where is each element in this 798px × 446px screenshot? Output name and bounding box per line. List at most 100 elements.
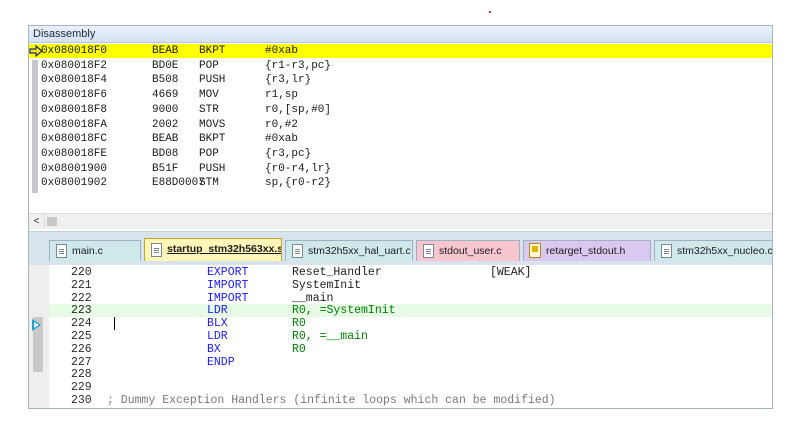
source-line[interactable]: 229 <box>49 381 772 394</box>
disassembly-address: 0x080018F6 <box>41 89 108 102</box>
line-number: 228 <box>71 368 92 382</box>
source-line[interactable]: 230 ; Dummy Exception Handlers (infinite … <box>49 394 772 407</box>
source-directive: LDR <box>207 330 228 343</box>
tab-stm32h5xx-hal-uart-c[interactable]: stm32h5xx_hal_uart.c <box>285 240 413 261</box>
disassembly-opcode: 9000 <box>152 103 179 116</box>
disassembly-mnemonic: POP <box>199 59 219 72</box>
h-file-icon <box>529 243 541 258</box>
disassembly-opcode: B51F <box>152 162 179 175</box>
disassembly-row[interactable]: 0x080018F8 9000 STR r0,[sp,#0] <box>29 103 772 117</box>
line-number: 220 <box>71 266 92 279</box>
disassembly-operands: #0xab <box>265 45 299 57</box>
source-operand: R0, =__main <box>292 330 368 343</box>
source-line[interactable]: 224 BLX R0 <box>49 317 772 330</box>
source-line[interactable]: 225 LDR R0, =__main <box>49 330 772 343</box>
source-operand: R0, =SystemInit <box>292 304 396 318</box>
source-operand: __main <box>292 291 334 305</box>
c-file-icon <box>56 244 67 258</box>
disassembly-opcode: B508 <box>152 74 179 87</box>
disassembly-title: Disassembly <box>29 26 772 43</box>
source-operand: R0 <box>292 317 306 331</box>
disassembly-address: 0x08001900 <box>41 162 108 175</box>
disassembly-mnemonic: PUSH <box>199 162 226 175</box>
source-directive: IMPORT <box>207 291 249 305</box>
c-file-icon <box>292 244 303 258</box>
asm-file-icon <box>151 243 162 257</box>
disassembly-address: 0x08001902 <box>41 177 108 190</box>
disassembly-row[interactable]: 0x08001900 B51F PUSH {r0-r4,lr} <box>29 162 772 176</box>
scroll-thumb[interactable] <box>47 217 57 226</box>
line-number: 227 <box>71 355 92 369</box>
line-number: 224 <box>71 317 92 331</box>
disassembly-opcode: E88D0007 <box>152 177 205 190</box>
disassembly-operands: {r0-r4,lr} <box>265 162 332 175</box>
source-directive: BLX <box>207 317 228 331</box>
tab-label: startup_stm32h563xx.s <box>167 243 282 255</box>
tab-stm32h5xx-nucleo-c[interactable]: stm32h5xx_nucleo.c <box>654 240 773 261</box>
disassembly-operands: r0,#2 <box>265 118 299 131</box>
disassembly-mnemonic: BKPT <box>199 133 226 146</box>
disassembly-operands: {r3,pc} <box>265 147 312 160</box>
disassembly-opcode: BD08 <box>152 147 179 160</box>
tab-startup-stm32h563xx-s[interactable]: startup_stm32h563xx.s <box>144 238 282 261</box>
disassembly-operands: {r1-r3,pc} <box>265 59 332 72</box>
tab-retarget-stdout-h[interactable]: retarget_stdout.h <box>523 240 651 261</box>
tab-label: stm32h5xx_hal_uart.c <box>308 245 411 257</box>
disassembly-row[interactable]: 0x080018F2 BD0E POP {r1-r3,pc} <box>29 59 772 73</box>
disassembly-address: 0x080018F0 <box>41 45 108 57</box>
line-number: 221 <box>71 278 92 292</box>
disassembly-mnemonic: MOVS <box>199 118 226 131</box>
disassembly-address: 0x080018FC <box>41 133 108 146</box>
editor-tabs: main.c startup_stm32h563xx.s stm32h5xx_hal… <box>29 231 772 265</box>
disassembly-opcode: BD0E <box>152 59 179 72</box>
disassembly-body[interactable]: 0x080018F0 BEAB BKPT #0xab 0x080018F2 BD0E POP… <box>29 43 772 193</box>
c-file-icon <box>661 244 672 258</box>
disassembly-row[interactable]: 0x080018FA 2002 MOVS r0,#2 <box>29 118 772 132</box>
text-caret <box>114 317 115 330</box>
tab-label: stdout_user.c <box>439 245 502 257</box>
tab-label: stm32h5xx_nucleo.c <box>677 245 773 257</box>
source-directive: EXPORT <box>207 266 249 279</box>
tab-label: retarget_stdout.h <box>546 245 626 257</box>
current-instruction-arrow-icon <box>32 319 41 331</box>
disassembly-row[interactable]: 0x080018FE BD08 POP {r3,pc} <box>29 147 772 161</box>
disassembly-operands: r0,[sp,#0] <box>265 103 332 116</box>
scroll-left-button[interactable]: < <box>29 214 45 229</box>
disassembly-mnemonic: PUSH <box>199 74 226 87</box>
disassembly-row[interactable]: 0x080018F0 BEAB BKPT #0xab <box>29 44 772 58</box>
disassembly-opcode: 4669 <box>152 89 179 102</box>
disassembly-mnemonic: BKPT <box>199 45 226 57</box>
source-line[interactable]: 223 LDR R0, =SystemInit <box>49 304 772 318</box>
c-file-icon <box>423 244 434 258</box>
tab-label: main.c <box>72 245 103 257</box>
source-editor[interactable]: 220 EXPORT Reset_Handler [WEAK] 221 IMPORT Sys… <box>29 265 772 408</box>
source-operand: R0 <box>292 342 306 356</box>
source-line[interactable]: 221 IMPORT SystemInit <box>49 279 772 292</box>
source-directive: ENDP <box>207 355 235 369</box>
source-directive: LDR <box>207 304 228 318</box>
disassembly-opcode: BEAB <box>152 133 179 146</box>
disassembly-operands: r1,sp <box>265 89 299 102</box>
disassembly-mnemonic: STM <box>199 177 219 190</box>
disassembly-row[interactable]: 0x08001902 E88D0007 STM sp,{r0-r2} <box>29 176 772 190</box>
source-line[interactable]: 227 ENDP <box>49 356 772 369</box>
tab-stdout-user-c[interactable]: stdout_user.c <box>416 240 520 261</box>
source-operand: Reset_Handler <box>292 266 382 279</box>
tab-main-c[interactable]: main.c <box>49 240 141 261</box>
source-line[interactable]: 222 IMPORT __main <box>49 292 772 305</box>
ide-window: Disassembly 0x080018F0 BEAB BKPT #0xab 0x080… <box>28 25 773 409</box>
disassembly-hscrollbar[interactable]: < <box>29 213 772 229</box>
editor-margin[interactable] <box>29 265 49 408</box>
disassembly-row[interactable]: 0x080018F6 4669 MOV r1,sp <box>29 88 772 102</box>
source-operand: SystemInit <box>292 278 362 292</box>
source-comment: ; Dummy Exception Handlers (infinite loo… <box>107 394 556 407</box>
disassembly-mnemonic: MOV <box>199 89 219 102</box>
disassembly-row[interactable]: 0x080018FC BEAB BKPT #0xab <box>29 132 772 146</box>
disassembly-opcode: BEAB <box>152 45 179 57</box>
source-line[interactable]: 220 EXPORT Reset_Handler [WEAK] <box>49 266 772 279</box>
source-line[interactable]: 228 <box>49 368 772 381</box>
disassembly-row[interactable]: 0x080018F4 B508 PUSH {r3,lr} <box>29 73 772 87</box>
line-number: 222 <box>71 291 92 305</box>
disassembly-operands: #0xab <box>265 133 299 146</box>
source-line[interactable]: 226 BX R0 <box>49 343 772 356</box>
